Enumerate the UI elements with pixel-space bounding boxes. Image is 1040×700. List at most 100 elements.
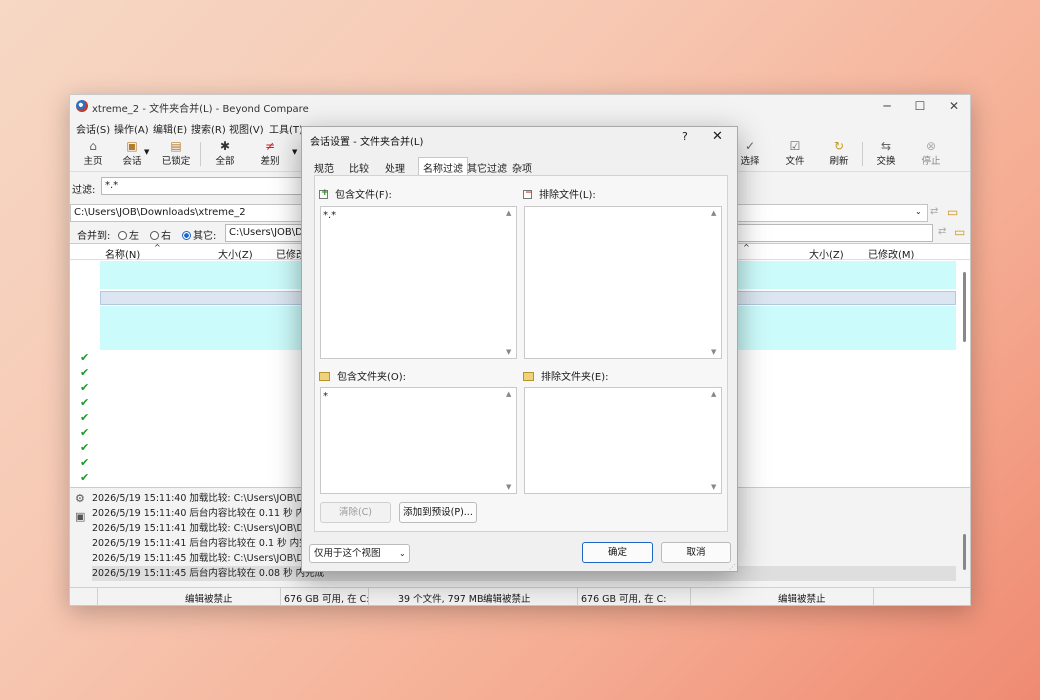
menu-search[interactable]: 搜索(R) xyxy=(191,121,226,136)
stop-button[interactable]: ⊗ 停止 xyxy=(918,139,944,169)
resize-grip-icon[interactable]: ⋰ xyxy=(729,563,736,571)
save-log-icon[interactable]: ▣ xyxy=(75,510,85,523)
session-settings-dialog: 会话设置 - 文件夹合并(L) ? ✕ 规范 比较 处理 名称过滤 其它过滤 杂… xyxy=(301,126,738,572)
tab-name-filters[interactable]: 名称过滤 xyxy=(418,157,468,176)
column-name[interactable]: 名称(N) xyxy=(105,246,140,261)
column-size[interactable]: 大小(Z) xyxy=(218,246,253,261)
path-history-icon[interactable]: ⇄ xyxy=(930,206,938,217)
scroll-up-icon[interactable]: ▲ xyxy=(711,209,716,217)
swap-button[interactable]: ⇆ 交换 xyxy=(873,139,899,169)
help-button[interactable]: ? xyxy=(682,130,688,143)
include-folders-textbox[interactable]: * ▲ ▼ xyxy=(320,387,517,494)
status-right-edit: 编辑被禁止 xyxy=(778,594,826,605)
clear-button[interactable]: 清除(C) xyxy=(320,502,391,523)
menu-actions[interactable]: 操作(A) xyxy=(114,121,149,136)
exclude-folders-scrollbar[interactable]: ▲ ▼ xyxy=(709,388,721,493)
exclude-folders-heading: 排除文件夹(E): xyxy=(523,368,609,383)
status-divider xyxy=(97,588,98,606)
window-title: xtreme_2 - 文件夹合并(L) - Beyond Compare xyxy=(92,104,309,115)
cancel-button[interactable]: 取消 xyxy=(661,542,731,563)
ok-button[interactable]: 确定 xyxy=(582,542,653,563)
locked-button[interactable]: ▤ 已锁定 xyxy=(159,139,193,169)
all-button[interactable]: ✱ 全部 xyxy=(210,139,240,169)
filter-input[interactable]: *.* xyxy=(101,177,306,195)
include-folders-value: * xyxy=(323,391,328,402)
column-modified-right[interactable]: 已修改(M) xyxy=(868,246,914,261)
merge-left-radio[interactable]: 左 xyxy=(118,227,139,242)
tab-bar: 规范 比较 处理 名称过滤 其它过滤 杂项 xyxy=(308,157,731,176)
dialog-close-button[interactable]: ✕ xyxy=(712,129,723,144)
tab-other-filters[interactable]: 其它过滤 xyxy=(467,160,507,175)
merge-other-radio[interactable]: 其它: xyxy=(182,227,216,242)
scope-select-value: 仅用于这个视图 xyxy=(314,548,381,559)
check-icon: ✔ xyxy=(80,456,90,469)
file-check-icon: ☑ xyxy=(789,139,801,153)
minimize-button[interactable]: ─ xyxy=(873,97,901,115)
scroll-up-icon[interactable]: ▲ xyxy=(506,209,511,217)
filter-label: 过滤: xyxy=(72,185,96,196)
gear-icon[interactable]: ⚙ xyxy=(75,492,85,505)
sort-asc-icon: ^ xyxy=(154,243,161,252)
include-folders-heading: 包含文件夹(O): xyxy=(319,368,406,383)
exclude-files-textbox[interactable]: ▲ ▼ xyxy=(524,206,722,359)
refresh-label: 刷新 xyxy=(829,156,849,167)
exclude-folder-icon xyxy=(523,372,534,381)
scroll-down-icon[interactable]: ▼ xyxy=(506,483,511,491)
log-scrollbar[interactable] xyxy=(963,534,966,570)
include-folders-scrollbar[interactable]: ▲ ▼ xyxy=(504,388,516,493)
tab-spec[interactable]: 规范 xyxy=(314,160,334,175)
briefcase-icon: ▣ xyxy=(126,139,138,153)
merge-right-radio[interactable]: 右 xyxy=(150,227,171,242)
include-folders-label: 包含文件夹(O): xyxy=(337,372,407,383)
scroll-down-icon[interactable]: ▼ xyxy=(711,348,716,356)
menu-view[interactable]: 视图(V) xyxy=(229,121,264,136)
select-button[interactable]: ✓ 选择 xyxy=(737,139,763,169)
scroll-down-icon[interactable]: ▼ xyxy=(506,348,511,356)
not-equal-icon: ≠ xyxy=(264,139,276,153)
home-button[interactable]: ⌂ 主页 xyxy=(80,139,106,169)
include-file-icon xyxy=(319,188,329,199)
menu-edit[interactable]: 编辑(E) xyxy=(153,121,187,136)
session-button[interactable]: ▣ 会话 xyxy=(117,139,147,169)
toolbar-separator xyxy=(862,142,863,166)
merge-browse-folder-icon[interactable]: ▭ xyxy=(954,225,965,239)
status-left-edit: 编辑被禁止 xyxy=(185,594,233,605)
path-dropdown-icon[interactable]: ⌄ xyxy=(915,207,922,216)
scope-select[interactable]: 仅用于这个视图 ⌄ xyxy=(309,544,410,563)
exclude-folders-textbox[interactable]: ▲ ▼ xyxy=(524,387,722,494)
include-files-scrollbar[interactable]: ▲ ▼ xyxy=(504,207,516,358)
grid-scrollbar[interactable] xyxy=(963,272,966,342)
tab-misc[interactable]: 杂项 xyxy=(512,160,532,175)
scroll-down-icon[interactable]: ▼ xyxy=(711,483,716,491)
include-files-label: 包含文件(F): xyxy=(335,190,392,201)
diff-button[interactable]: ≠ 差别 xyxy=(256,139,284,169)
toolbar-separator xyxy=(200,142,201,166)
scroll-up-icon[interactable]: ▲ xyxy=(711,390,716,398)
check-icon: ✔ xyxy=(80,426,90,439)
check-icon: ✔ xyxy=(80,381,90,394)
add-to-preset-button[interactable]: 添加到预设(P)... xyxy=(399,502,477,523)
check-icon: ✔ xyxy=(80,366,90,379)
file-button[interactable]: ☑ 文件 xyxy=(782,139,808,169)
include-files-textbox[interactable]: *.* ▲ ▼ xyxy=(320,206,517,359)
swap-label: 交换 xyxy=(876,156,896,167)
exclude-files-scrollbar[interactable]: ▲ ▼ xyxy=(709,207,721,358)
scroll-up-icon[interactable]: ▲ xyxy=(506,390,511,398)
session-dropdown-icon[interactable]: ▼ xyxy=(144,148,149,156)
select-check-icon: ✓ xyxy=(744,139,756,153)
check-icon: ✔ xyxy=(80,351,90,364)
browse-folder-icon[interactable]: ▭ xyxy=(947,205,958,219)
close-button[interactable]: ✕ xyxy=(940,97,968,115)
menu-tools[interactable]: 工具(T) xyxy=(269,121,303,136)
refresh-button[interactable]: ↻ 刷新 xyxy=(826,139,852,169)
exclude-files-heading: 排除文件(L): xyxy=(523,186,596,201)
tab-compare[interactable]: 比较 xyxy=(349,160,369,175)
diff-dropdown-icon[interactable]: ▼ xyxy=(292,148,297,156)
check-icon: ✔ xyxy=(80,441,90,454)
menu-session[interactable]: 会话(S) xyxy=(76,121,110,136)
maximize-button[interactable]: ☐ xyxy=(906,97,934,115)
check-icon: ✔ xyxy=(80,411,90,424)
tab-handling[interactable]: 处理 xyxy=(385,160,405,175)
merge-history-icon[interactable]: ⇄ xyxy=(938,226,946,237)
column-size-right[interactable]: 大小(Z) xyxy=(809,246,844,261)
